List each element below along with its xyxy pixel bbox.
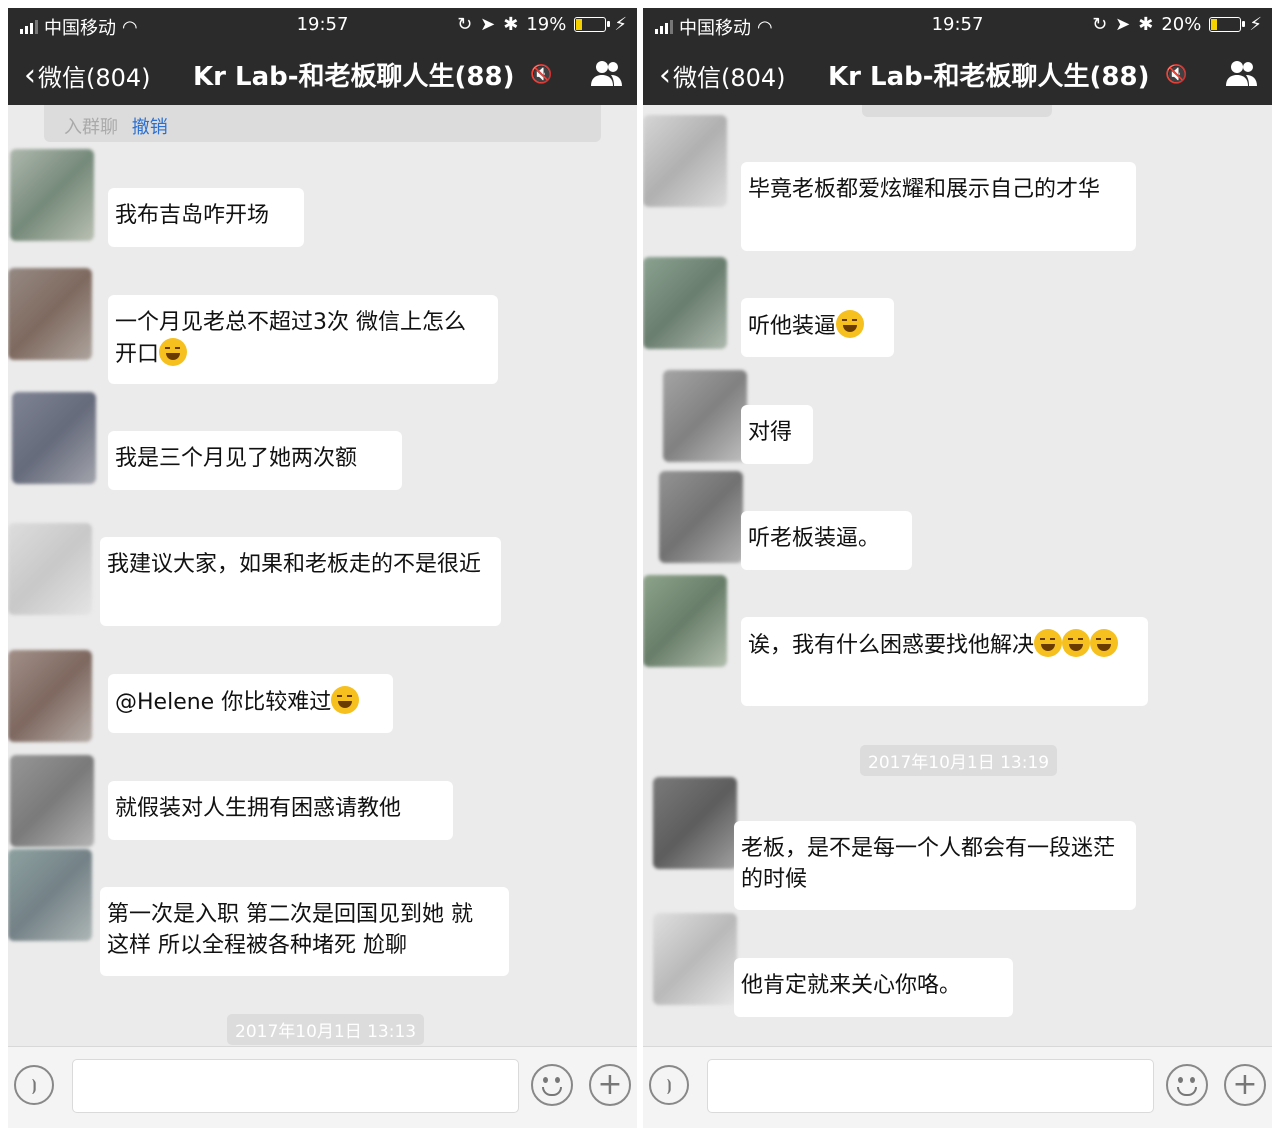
message-text: 老板，是不是每一个人都会有一段迷茫的时候 <box>741 836 1116 892</box>
charging-icon: ⚡ <box>614 14 627 35</box>
back-button[interactable]: ‹ 微信(804) <box>24 58 151 93</box>
chat-title: Kr Lab-和老板聊人生(88) <box>193 62 515 92</box>
mute-icon: 🔇 <box>1165 64 1188 85</box>
message-input[interactable] <box>72 1059 519 1113</box>
message-bubble[interactable]: 对得 <box>741 405 813 464</box>
voice-input-button[interactable]: ⦘ <box>649 1065 689 1105</box>
emoji-button[interactable] <box>531 1064 573 1106</box>
message-text: 诶，我有什么困惑要找他解决 <box>748 633 1035 658</box>
battery-percent: 20% <box>1161 14 1202 35</box>
chat-title: Kr Lab-和老板聊人生(88) <box>828 62 1150 92</box>
avatar[interactable] <box>8 650 92 742</box>
message-bubble[interactable]: 听他装逼 <box>741 298 894 357</box>
system-message: 入群聊 撤销 <box>44 105 601 142</box>
battery-icon <box>574 17 611 32</box>
battery-icon <box>1209 17 1246 32</box>
avatar[interactable] <box>8 268 92 360</box>
nav-bar: ‹ 微信(804) Kr Lab-和老板聊人生(88) 🔇 <box>8 44 637 105</box>
avatar[interactable] <box>10 149 94 241</box>
message-bubble[interactable]: 他肯定就来关心你咯。 <box>734 958 1013 1017</box>
avatar[interactable] <box>653 777 737 869</box>
location-icon: ➤ <box>480 14 496 35</box>
battery-percent: 19% <box>526 14 567 35</box>
tears-of-joy-emoji-icon <box>1062 629 1091 657</box>
message-text: 毕竟老板都爱炫耀和展示自己的才华 <box>748 177 1101 202</box>
avatar[interactable] <box>8 849 92 941</box>
message-text: 听老板装逼。 <box>748 526 881 551</box>
charging-icon: ⚡ <box>1249 14 1262 35</box>
nav-bar: ‹ 微信(804) Kr Lab-和老板聊人生(88) 🔇 <box>643 44 1272 105</box>
more-button[interactable]: + <box>589 1064 631 1106</box>
message-list[interactable]: 入群聊 撤销 我布吉岛咋开场 一个月见老总不超过3次 微信上怎么开口 我是三个月… <box>8 105 637 1047</box>
avatar[interactable] <box>643 575 727 667</box>
message-text: 我布吉岛咋开场 <box>115 203 270 228</box>
message-input[interactable] <box>707 1059 1154 1113</box>
tears-of-joy-emoji-icon <box>1034 629 1063 657</box>
location-icon: ➤ <box>1115 14 1131 35</box>
input-bar: ⦘ + <box>643 1046 1272 1128</box>
voice-input-button[interactable]: ⦘ <box>14 1065 54 1105</box>
message-text: 他肯定就来关心你咯。 <box>741 973 962 998</box>
message-text: 第一次是入职 第二次是回国见到她 就这样 所以全程被各种堵死 尬聊 <box>107 902 473 958</box>
message-bubble[interactable]: 毕竟老板都爱炫耀和展示自己的才华 <box>741 162 1136 251</box>
back-label: 微信(804) <box>673 64 786 92</box>
avatar[interactable] <box>643 115 727 207</box>
message-list[interactable]: 毕竟老板都爱炫耀和展示自己的才华 听他装逼 对得 听老板装逼。 诶，我有什么困惑… <box>643 105 1272 1047</box>
message-text: 就假装对人生拥有困惑请教他 <box>115 796 402 821</box>
system-message-text: 入群聊 <box>64 117 118 138</box>
revoke-link[interactable]: 撤销 <box>132 117 168 138</box>
message-bubble[interactable]: 就假装对人生拥有困惑请教他 <box>108 781 453 840</box>
tears-of-joy-emoji-icon <box>836 310 865 338</box>
status-bar: 中国移动 ◠ 19:57 ↻ ➤ ✱ 20% ⚡ <box>643 8 1272 44</box>
message-bubble[interactable]: 我建议大家，如果和老板走的不是很近 <box>100 537 501 626</box>
avatar[interactable] <box>643 257 727 349</box>
chat-screen-left: 中国移动 ◠ 19:57 ↻ ➤ ✱ 19% ⚡ ‹ 微信(804) Kr La… <box>8 8 637 1128</box>
message-bubble[interactable]: 我是三个月见了她两次额 <box>108 431 402 490</box>
chevron-left-icon: ‹ <box>24 57 36 93</box>
timestamp-partial <box>862 105 1052 117</box>
avatar[interactable] <box>12 392 96 484</box>
chevron-left-icon: ‹ <box>659 57 671 93</box>
message-text: 我建议大家，如果和老板走的不是很近 <box>107 552 482 577</box>
message-bubble[interactable]: @Helene 你比较难过 <box>108 674 393 733</box>
back-button[interactable]: ‹ 微信(804) <box>659 58 786 93</box>
message-bubble[interactable]: 一个月见老总不超过3次 微信上怎么开口 <box>108 295 498 384</box>
rotation-lock-icon: ↻ <box>457 14 473 35</box>
bluetooth-icon: ✱ <box>1138 14 1154 35</box>
tears-of-joy-emoji-icon <box>1090 629 1119 657</box>
message-bubble[interactable]: 第一次是入职 第二次是回国见到她 就这样 所以全程被各种堵死 尬聊 <box>100 887 509 976</box>
input-bar: ⦘ + <box>8 1046 637 1128</box>
timestamp: 2017年10月1日 13:19 <box>860 745 1058 776</box>
timestamp: 2017年10月1日 13:13 <box>227 1014 425 1045</box>
status-bar: 中国移动 ◠ 19:57 ↻ ➤ ✱ 19% ⚡ <box>8 8 637 44</box>
avatar[interactable] <box>663 370 747 462</box>
message-bubble[interactable]: 听老板装逼。 <box>741 511 912 570</box>
message-bubble[interactable]: 老板，是不是每一个人都会有一段迷茫的时候 <box>734 821 1136 910</box>
avatar[interactable] <box>653 913 737 1005</box>
tears-of-joy-emoji-icon <box>159 338 188 366</box>
message-text: 听他装逼 <box>748 314 837 339</box>
back-label: 微信(804) <box>38 64 151 92</box>
avatar[interactable] <box>10 755 94 847</box>
message-text: 对得 <box>748 420 793 445</box>
message-text: 我是三个月见了她两次额 <box>115 446 358 471</box>
tears-of-joy-emoji-icon <box>331 686 360 714</box>
emoji-button[interactable] <box>1166 1064 1208 1106</box>
chat-screen-right: 中国移动 ◠ 19:57 ↻ ➤ ✱ 20% ⚡ ‹ 微信(804) Kr La… <box>643 8 1272 1128</box>
message-text: @Helene 你比较难过 <box>115 690 332 715</box>
message-bubble[interactable]: 诶，我有什么困惑要找他解决 <box>741 617 1148 706</box>
avatar[interactable] <box>659 471 743 563</box>
bluetooth-icon: ✱ <box>503 14 519 35</box>
group-info-icon[interactable] <box>589 58 623 88</box>
mute-icon: 🔇 <box>530 64 553 85</box>
more-button[interactable]: + <box>1224 1064 1266 1106</box>
group-info-icon[interactable] <box>1224 58 1258 88</box>
avatar[interactable] <box>8 523 92 615</box>
message-bubble[interactable]: 我布吉岛咋开场 <box>108 188 304 247</box>
rotation-lock-icon: ↻ <box>1092 14 1108 35</box>
